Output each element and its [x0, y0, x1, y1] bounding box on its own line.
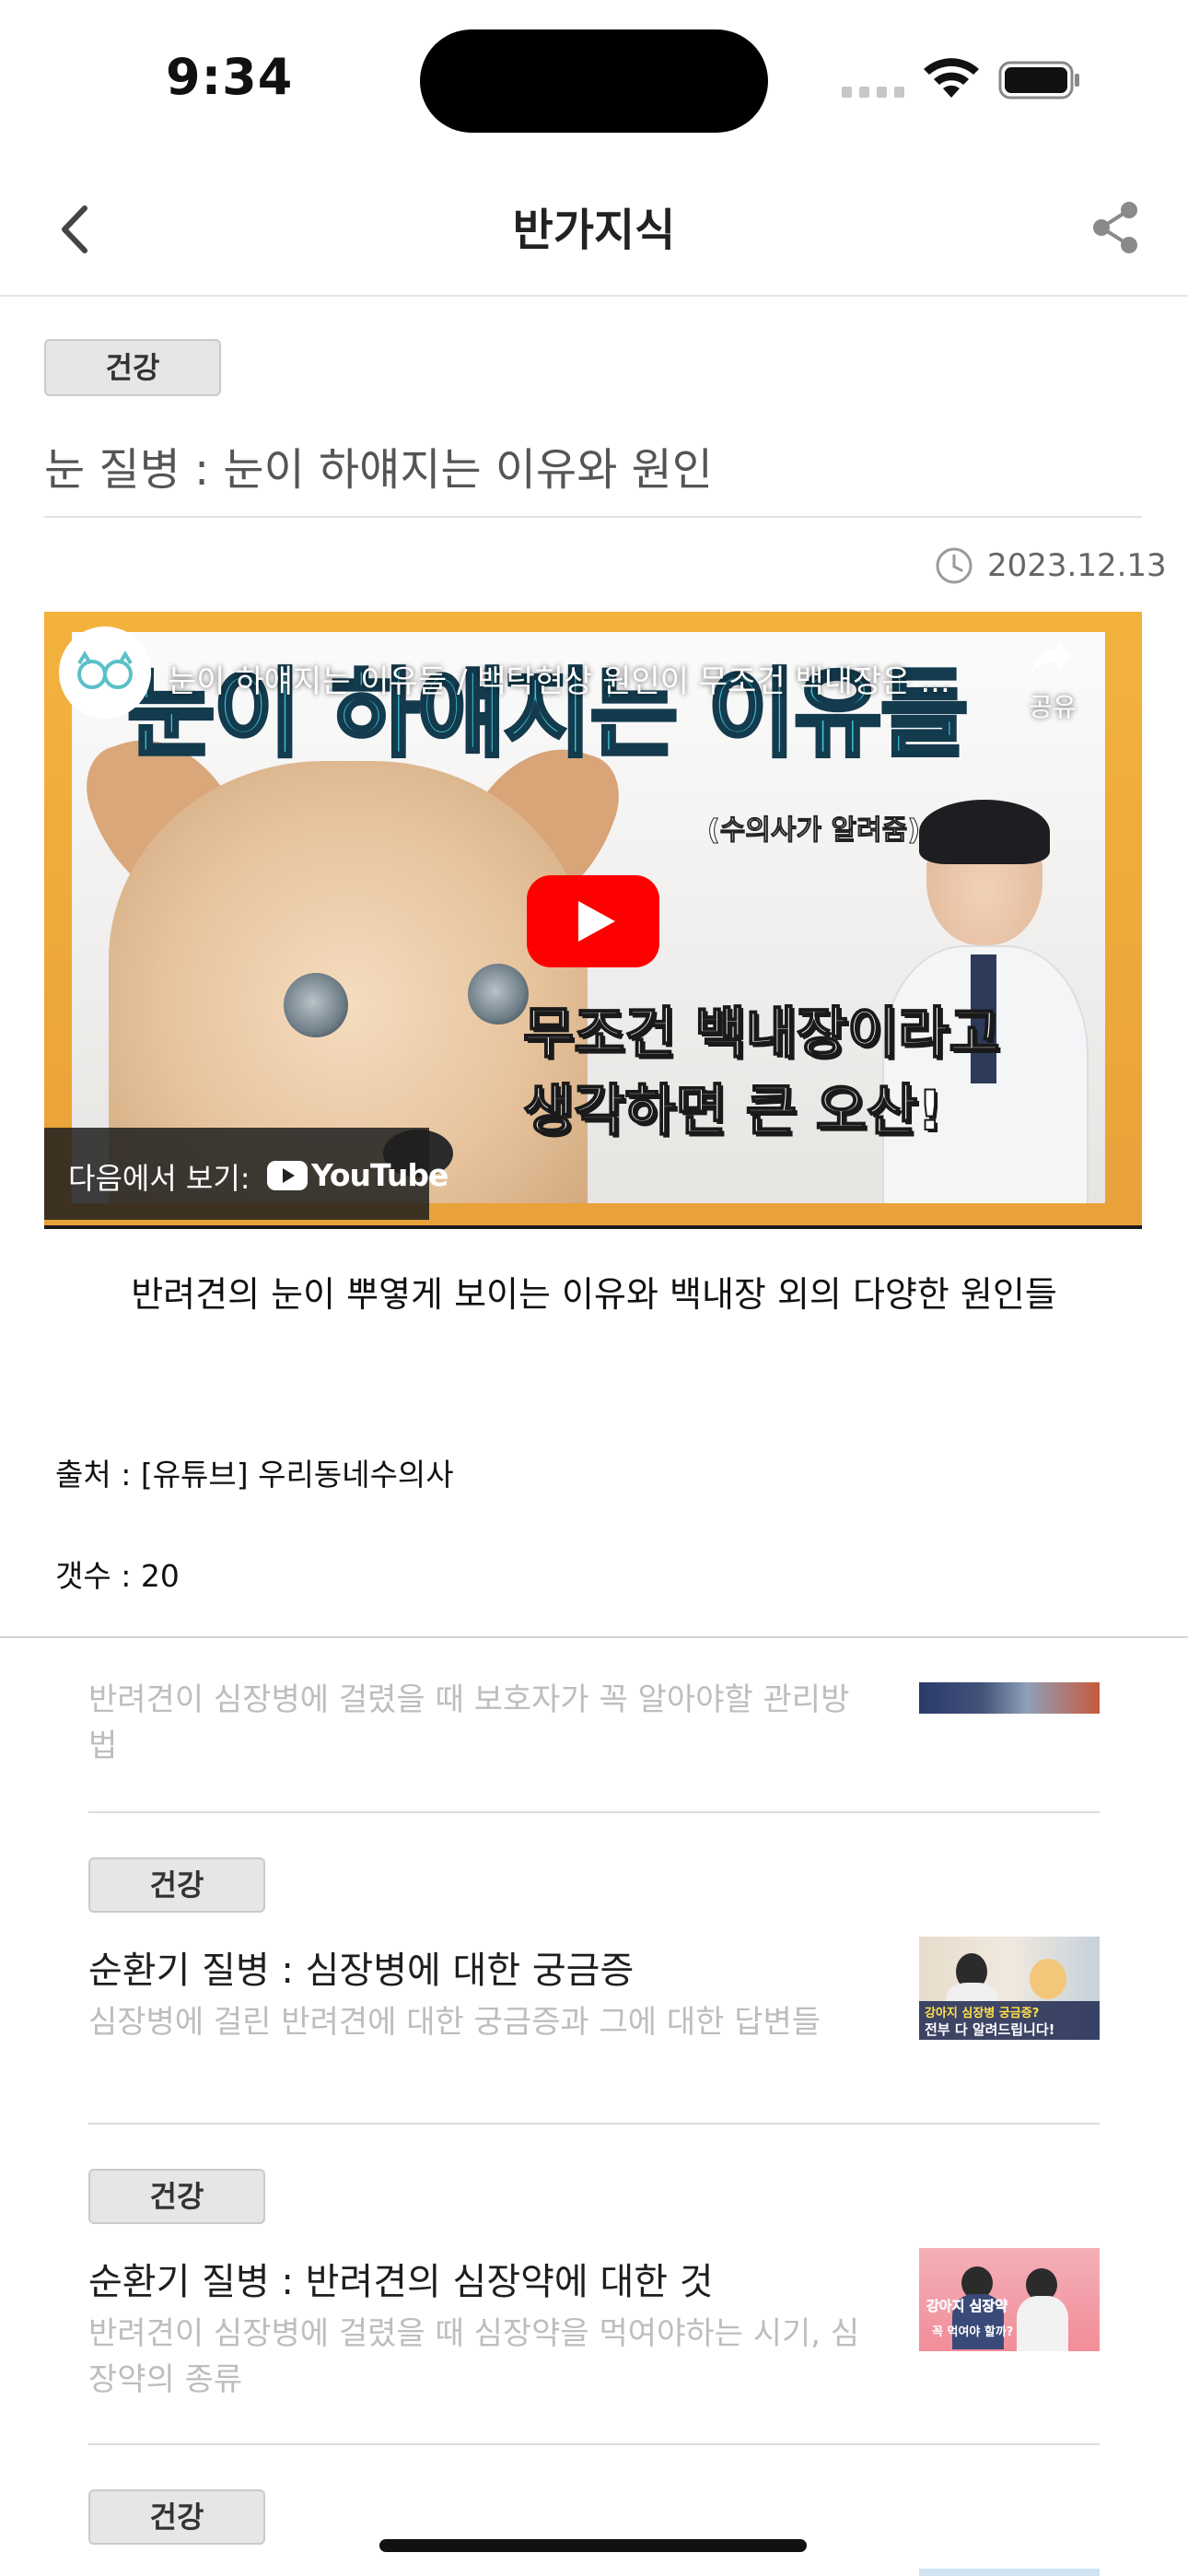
- dynamic-island: [420, 29, 768, 133]
- youtube-logo: YouTube: [267, 1155, 448, 1196]
- clock-icon: [936, 547, 973, 584]
- video-share-button[interactable]: 공유: [1011, 638, 1094, 739]
- article-source: 출처 : [유튜브] 우리동네수의사: [55, 1457, 454, 1493]
- cloudy-eye-left: [284, 973, 348, 1037]
- related-item-title: 순환기 질병 : 반려견의 심장약에 대한 것: [88, 2261, 714, 2303]
- related-item-thumbnail: 강아지 심장약 꼭 먹여야 할까?: [919, 2248, 1100, 2351]
- youtube-video-embed[interactable]: 눈이 하얘지는 이유들 (수의사가 알려줌) 무조건 백내장이라고 생각하면 큰…: [44, 612, 1142, 1229]
- youtube-play-icon: [267, 1161, 308, 1190]
- related-item-desc: 심장병에 걸린 반려견에 대한 궁금증과 그에 대한 답변들: [88, 2004, 821, 2041]
- related-item-desc: 반려견이 심장병에 걸렸을 때 심장약을 먹여야하는 시기, 심장약의 종류: [88, 2315, 860, 2398]
- category-tag: 건강: [44, 339, 221, 396]
- home-indicator: [379, 2539, 807, 2552]
- related-item-desc: 반려견이 심장병에 걸렸을 때 보호자가 꼭 알아야할 관리방법: [88, 1681, 850, 1764]
- thumbnail-subtitle: (수의사가 알려줌): [706, 814, 921, 848]
- category-tag: 건강: [88, 1857, 265, 1913]
- wifi-icon: [924, 58, 979, 98]
- category-tag: 건강: [88, 2489, 265, 2545]
- article-date: 2023.12.13: [987, 547, 1167, 584]
- related-item-thumbnail: [919, 2569, 1100, 2576]
- article-count: 갯수 : 20: [55, 1558, 180, 1594]
- related-list-item[interactable]: 건강 순환기 질병 : 심장병에 대한 궁금증 심장병에 걸린 반려견에 대한 …: [0, 1813, 1188, 2123]
- cellular-signal-icon: [842, 85, 906, 98]
- article-summary: 반려견의 눈이 뿌옇게 보이는 이유와 백내장 외의 다양한 원인들: [131, 1274, 1057, 1315]
- title-divider: [44, 516, 1142, 518]
- status-time: 9:34: [166, 48, 294, 106]
- related-list-item[interactable]: 건강 순환기 질병 : 반려견의 심장약에 대한 것 반려견이 심장병에 걸렸을…: [0, 2125, 1188, 2443]
- related-list-item[interactable]: 반려견이 심장병에 걸렸을 때 보호자가 꼭 알아야할 관리방법: [0, 1640, 1188, 1811]
- category-tag: 건강: [88, 2169, 265, 2224]
- related-list-item[interactable]: 건강: [0, 2445, 1188, 2576]
- battery-icon: [998, 61, 1079, 100]
- watch-on-youtube-button[interactable]: 다음에서 보기: YouTube: [44, 1128, 448, 1220]
- page-title: 반가지식: [512, 205, 676, 256]
- video-title[interactable]: 눈이 하얘지는 이유들 / 백탁현상 원인이 무조건 백내장은 ...: [168, 656, 1042, 701]
- related-item-thumbnail: 강아지 심장병 궁금증? 전부 다 알려드립니다!: [919, 1937, 1100, 2040]
- share-icon[interactable]: [1089, 199, 1144, 256]
- channel-avatar[interactable]: [59, 626, 151, 719]
- section-divider: [0, 1636, 1188, 1638]
- related-item-title: 순환기 질병 : 심장병에 대한 궁금증: [88, 1950, 635, 1992]
- cloudy-eye-right: [468, 964, 529, 1025]
- play-button-icon[interactable]: [527, 875, 659, 967]
- video-share-label: 공유: [1029, 692, 1077, 722]
- article-title: 눈 질병 : 눈이 하얘지는 이유와 원인: [44, 444, 713, 496]
- share-arrow-icon: [1031, 641, 1072, 674]
- related-item-thumbnail: [919, 1682, 1100, 1714]
- thumbnail-caption: 무조건 백내장이라고 생각하면 큰 오산!: [522, 1001, 1001, 1144]
- watch-on-label: 다음에서 보기:: [68, 1161, 250, 1196]
